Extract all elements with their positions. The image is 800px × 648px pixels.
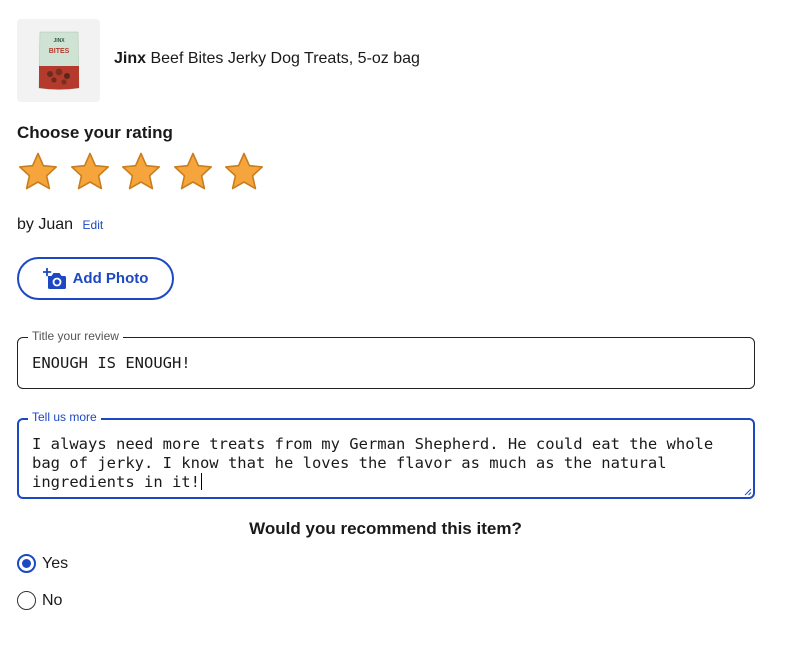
recommend-no-label: No: [42, 591, 63, 609]
resize-handle-icon[interactable]: [744, 488, 752, 496]
star-2-icon[interactable]: [69, 151, 111, 193]
star-3-icon[interactable]: [120, 151, 162, 193]
recommend-no-radio[interactable]: [17, 591, 36, 610]
review-title-label: Title your review: [28, 329, 123, 343]
star-rating[interactable]: [17, 151, 275, 193]
edit-author-link[interactable]: Edit: [83, 218, 104, 232]
review-details-label: Tell us more: [28, 410, 101, 424]
product-thumbnail: JINX BITES: [17, 19, 100, 102]
star-4-icon[interactable]: [172, 151, 214, 193]
camera-plus-icon: [42, 267, 66, 289]
thumb-brand: JINX: [53, 38, 65, 44]
recommend-yes-radio[interactable]: [17, 554, 36, 573]
add-photo-button[interactable]: Add Photo: [17, 257, 174, 300]
review-title-field[interactable]: Title your review ENOUGH IS ENOUGH!: [17, 329, 755, 389]
product-bag-image: JINX BITES: [38, 31, 80, 90]
text-caret: [200, 473, 202, 490]
add-photo-label: Add Photo: [72, 270, 149, 287]
thumb-label: BITES: [49, 48, 70, 55]
product-brand: Jinx: [114, 50, 147, 67]
review-details-field[interactable]: Tell us more I always need more treats f…: [17, 410, 755, 499]
product-title: Jinx Beef Bites Jerky Dog Treats, 5-oz b…: [114, 50, 420, 68]
star-1-icon[interactable]: [17, 151, 59, 193]
recommend-no-option[interactable]: No: [17, 591, 62, 610]
review-details-textarea[interactable]: I always need more treats from my German…: [32, 435, 741, 492]
recommend-yes-label: Yes: [42, 554, 69, 572]
author-prefix: by: [17, 216, 34, 233]
review-title-input[interactable]: ENOUGH IS ENOUGH!: [32, 354, 742, 373]
recommend-yes-option[interactable]: Yes: [17, 554, 68, 573]
rating-heading: Choose your rating: [17, 123, 173, 142]
author-name: Juan: [38, 216, 74, 233]
product-name: Beef Bites Jerky Dog Treats, 5-oz bag: [150, 50, 420, 67]
recommend-question: Would you recommend this item?: [249, 519, 522, 538]
author-byline: by Juan Edit: [17, 216, 103, 234]
review-details-text: I always need more treats from my German…: [32, 435, 723, 491]
star-5-icon[interactable]: [223, 151, 265, 193]
